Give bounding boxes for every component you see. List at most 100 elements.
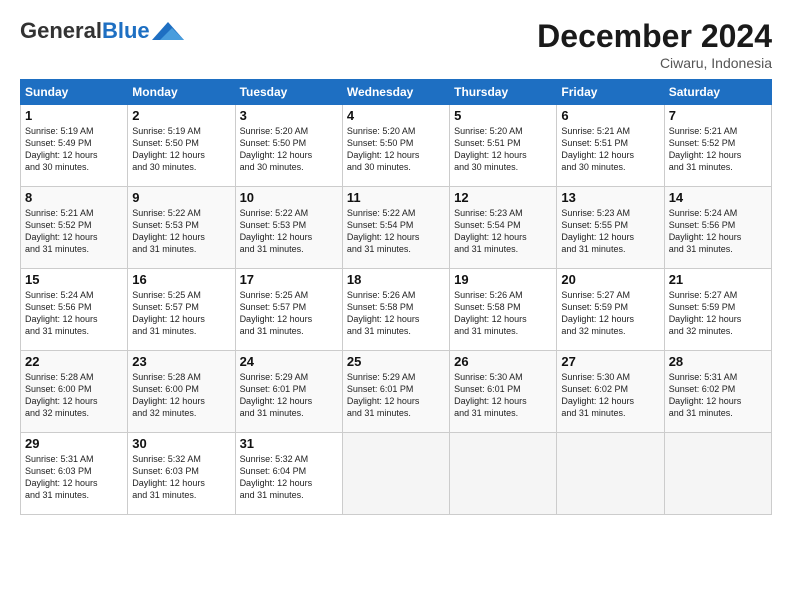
cell-text: Sunrise: 5:24 AM Sunset: 5:56 PM Dayligh… xyxy=(25,289,123,338)
day-number: 21 xyxy=(669,272,767,287)
table-row: 26 Sunrise: 5:30 AM Sunset: 6:01 PM Dayli… xyxy=(450,351,557,433)
day-number: 2 xyxy=(132,108,230,123)
table-row: 1 Sunrise: 5:19 AM Sunset: 5:49 PM Daylig… xyxy=(21,105,128,187)
week-row-2: 8 Sunrise: 5:21 AM Sunset: 5:52 PM Daylig… xyxy=(21,187,772,269)
table-row: 28 Sunrise: 5:31 AM Sunset: 6:02 PM Dayli… xyxy=(664,351,771,433)
table-row: 8 Sunrise: 5:21 AM Sunset: 5:52 PM Daylig… xyxy=(21,187,128,269)
table-row: 29 Sunrise: 5:31 AM Sunset: 6:03 PM Dayli… xyxy=(21,433,128,515)
table-row: 27 Sunrise: 5:30 AM Sunset: 6:02 PM Dayli… xyxy=(557,351,664,433)
table-row: 4Sunrise: 5:20 AM Sunset: 5:50 PM Daylig… xyxy=(342,105,449,187)
day-number: 5 xyxy=(454,108,552,123)
table-row xyxy=(664,433,771,515)
day-number: 14 xyxy=(669,190,767,205)
table-row: 30 Sunrise: 5:32 AM Sunset: 6:03 PM Dayli… xyxy=(128,433,235,515)
table-row xyxy=(450,433,557,515)
day-number: 3 xyxy=(240,108,338,123)
table-row: 6Sunrise: 5:21 AM Sunset: 5:51 PM Daylig… xyxy=(557,105,664,187)
logo: GeneralBlue xyxy=(20,18,184,44)
cell-text: Sunrise: 5:27 AM Sunset: 5:59 PM Dayligh… xyxy=(561,289,659,338)
cell-text: Sunrise: 5:28 AM Sunset: 6:00 PM Dayligh… xyxy=(132,371,230,420)
table-row: 17 Sunrise: 5:25 AM Sunset: 5:57 PM Dayli… xyxy=(235,269,342,351)
cell-text: Sunrise: 5:21 AM Sunset: 5:51 PM Dayligh… xyxy=(561,125,659,174)
weekday-friday: Friday xyxy=(557,80,664,105)
location: Ciwaru, Indonesia xyxy=(537,55,772,71)
day-number: 9 xyxy=(132,190,230,205)
day-number: 16 xyxy=(132,272,230,287)
weekday-thursday: Thursday xyxy=(450,80,557,105)
table-row: 21 Sunrise: 5:27 AM Sunset: 5:59 PM Dayli… xyxy=(664,269,771,351)
weekday-wednesday: Wednesday xyxy=(342,80,449,105)
cell-text: Sunrise: 5:20 AM Sunset: 5:50 PM Dayligh… xyxy=(240,125,338,174)
day-number: 8 xyxy=(25,190,123,205)
cell-text: Sunrise: 5:19 AM Sunset: 5:49 PM Dayligh… xyxy=(25,125,123,174)
table-row: 23 Sunrise: 5:28 AM Sunset: 6:00 PM Dayli… xyxy=(128,351,235,433)
day-number: 18 xyxy=(347,272,445,287)
page: GeneralBlue December 2024 Ciwaru, Indone… xyxy=(0,0,792,612)
cell-text: Sunrise: 5:31 AM Sunset: 6:02 PM Dayligh… xyxy=(669,371,767,420)
day-number: 11 xyxy=(347,190,445,205)
cell-text: Sunrise: 5:32 AM Sunset: 6:03 PM Dayligh… xyxy=(132,453,230,502)
day-number: 23 xyxy=(132,354,230,369)
table-row: 22 Sunrise: 5:28 AM Sunset: 6:00 PM Dayli… xyxy=(21,351,128,433)
day-number: 15 xyxy=(25,272,123,287)
cell-text: Sunrise: 5:26 AM Sunset: 5:58 PM Dayligh… xyxy=(454,289,552,338)
weekday-monday: Monday xyxy=(128,80,235,105)
week-row-5: 29 Sunrise: 5:31 AM Sunset: 6:03 PM Dayli… xyxy=(21,433,772,515)
table-row: 13Sunrise: 5:23 AM Sunset: 5:55 PM Dayli… xyxy=(557,187,664,269)
cell-text: Sunrise: 5:27 AM Sunset: 5:59 PM Dayligh… xyxy=(669,289,767,338)
day-number: 1 xyxy=(25,108,123,123)
weekday-saturday: Saturday xyxy=(664,80,771,105)
week-row-1: 1 Sunrise: 5:19 AM Sunset: 5:49 PM Daylig… xyxy=(21,105,772,187)
cell-text: Sunrise: 5:20 AM Sunset: 5:51 PM Dayligh… xyxy=(454,125,552,174)
day-number: 27 xyxy=(561,354,659,369)
table-row xyxy=(342,433,449,515)
cell-text: Sunrise: 5:22 AM Sunset: 5:53 PM Dayligh… xyxy=(132,207,230,256)
table-row: 11 Sunrise: 5:22 AM Sunset: 5:54 PM Dayli… xyxy=(342,187,449,269)
table-row: 20 Sunrise: 5:27 AM Sunset: 5:59 PM Dayli… xyxy=(557,269,664,351)
day-number: 4 xyxy=(347,108,445,123)
cell-text: Sunrise: 5:25 AM Sunset: 5:57 PM Dayligh… xyxy=(240,289,338,338)
cell-text: Sunrise: 5:30 AM Sunset: 6:01 PM Dayligh… xyxy=(454,371,552,420)
cell-text: Sunrise: 5:23 AM Sunset: 5:54 PM Dayligh… xyxy=(454,207,552,256)
month-title: December 2024 xyxy=(537,18,772,55)
calendar-body: 1 Sunrise: 5:19 AM Sunset: 5:49 PM Daylig… xyxy=(21,105,772,515)
day-number: 7 xyxy=(669,108,767,123)
cell-text: Sunrise: 5:19 AM Sunset: 5:50 PM Dayligh… xyxy=(132,125,230,174)
table-row: 15 Sunrise: 5:24 AM Sunset: 5:56 PM Dayli… xyxy=(21,269,128,351)
day-number: 28 xyxy=(669,354,767,369)
table-row: 19Sunrise: 5:26 AM Sunset: 5:58 PM Dayli… xyxy=(450,269,557,351)
cell-text: Sunrise: 5:23 AM Sunset: 5:55 PM Dayligh… xyxy=(561,207,659,256)
cell-text: Sunrise: 5:22 AM Sunset: 5:54 PM Dayligh… xyxy=(347,207,445,256)
table-row xyxy=(557,433,664,515)
table-row: 14Sunrise: 5:24 AM Sunset: 5:56 PM Dayli… xyxy=(664,187,771,269)
week-row-4: 22 Sunrise: 5:28 AM Sunset: 6:00 PM Dayli… xyxy=(21,351,772,433)
table-row: 12 Sunrise: 5:23 AM Sunset: 5:54 PM Dayli… xyxy=(450,187,557,269)
cell-text: Sunrise: 5:28 AM Sunset: 6:00 PM Dayligh… xyxy=(25,371,123,420)
cell-text: Sunrise: 5:30 AM Sunset: 6:02 PM Dayligh… xyxy=(561,371,659,420)
day-number: 26 xyxy=(454,354,552,369)
table-row: 25Sunrise: 5:29 AM Sunset: 6:01 PM Dayli… xyxy=(342,351,449,433)
table-row: 24Sunrise: 5:29 AM Sunset: 6:01 PM Dayli… xyxy=(235,351,342,433)
day-number: 22 xyxy=(25,354,123,369)
day-number: 12 xyxy=(454,190,552,205)
cell-text: Sunrise: 5:21 AM Sunset: 5:52 PM Dayligh… xyxy=(669,125,767,174)
title-block: December 2024 Ciwaru, Indonesia xyxy=(537,18,772,71)
cell-text: Sunrise: 5:26 AM Sunset: 5:58 PM Dayligh… xyxy=(347,289,445,338)
table-row: 9 Sunrise: 5:22 AM Sunset: 5:53 PM Daylig… xyxy=(128,187,235,269)
cell-text: Sunrise: 5:31 AM Sunset: 6:03 PM Dayligh… xyxy=(25,453,123,502)
day-number: 24 xyxy=(240,354,338,369)
header: GeneralBlue December 2024 Ciwaru, Indone… xyxy=(20,18,772,71)
day-number: 30 xyxy=(132,436,230,451)
table-row: 2 Sunrise: 5:19 AM Sunset: 5:50 PM Daylig… xyxy=(128,105,235,187)
table-row: 18 Sunrise: 5:26 AM Sunset: 5:58 PM Dayli… xyxy=(342,269,449,351)
day-number: 20 xyxy=(561,272,659,287)
cell-text: Sunrise: 5:22 AM Sunset: 5:53 PM Dayligh… xyxy=(240,207,338,256)
cell-text: Sunrise: 5:32 AM Sunset: 6:04 PM Dayligh… xyxy=(240,453,338,502)
table-row: 7 Sunrise: 5:21 AM Sunset: 5:52 PM Daylig… xyxy=(664,105,771,187)
table-row: 31Sunrise: 5:32 AM Sunset: 6:04 PM Dayli… xyxy=(235,433,342,515)
weekday-header-row: SundayMondayTuesdayWednesdayThursdayFrid… xyxy=(21,80,772,105)
table-row: 10Sunrise: 5:22 AM Sunset: 5:53 PM Dayli… xyxy=(235,187,342,269)
day-number: 29 xyxy=(25,436,123,451)
day-number: 17 xyxy=(240,272,338,287)
cell-text: Sunrise: 5:21 AM Sunset: 5:52 PM Dayligh… xyxy=(25,207,123,256)
